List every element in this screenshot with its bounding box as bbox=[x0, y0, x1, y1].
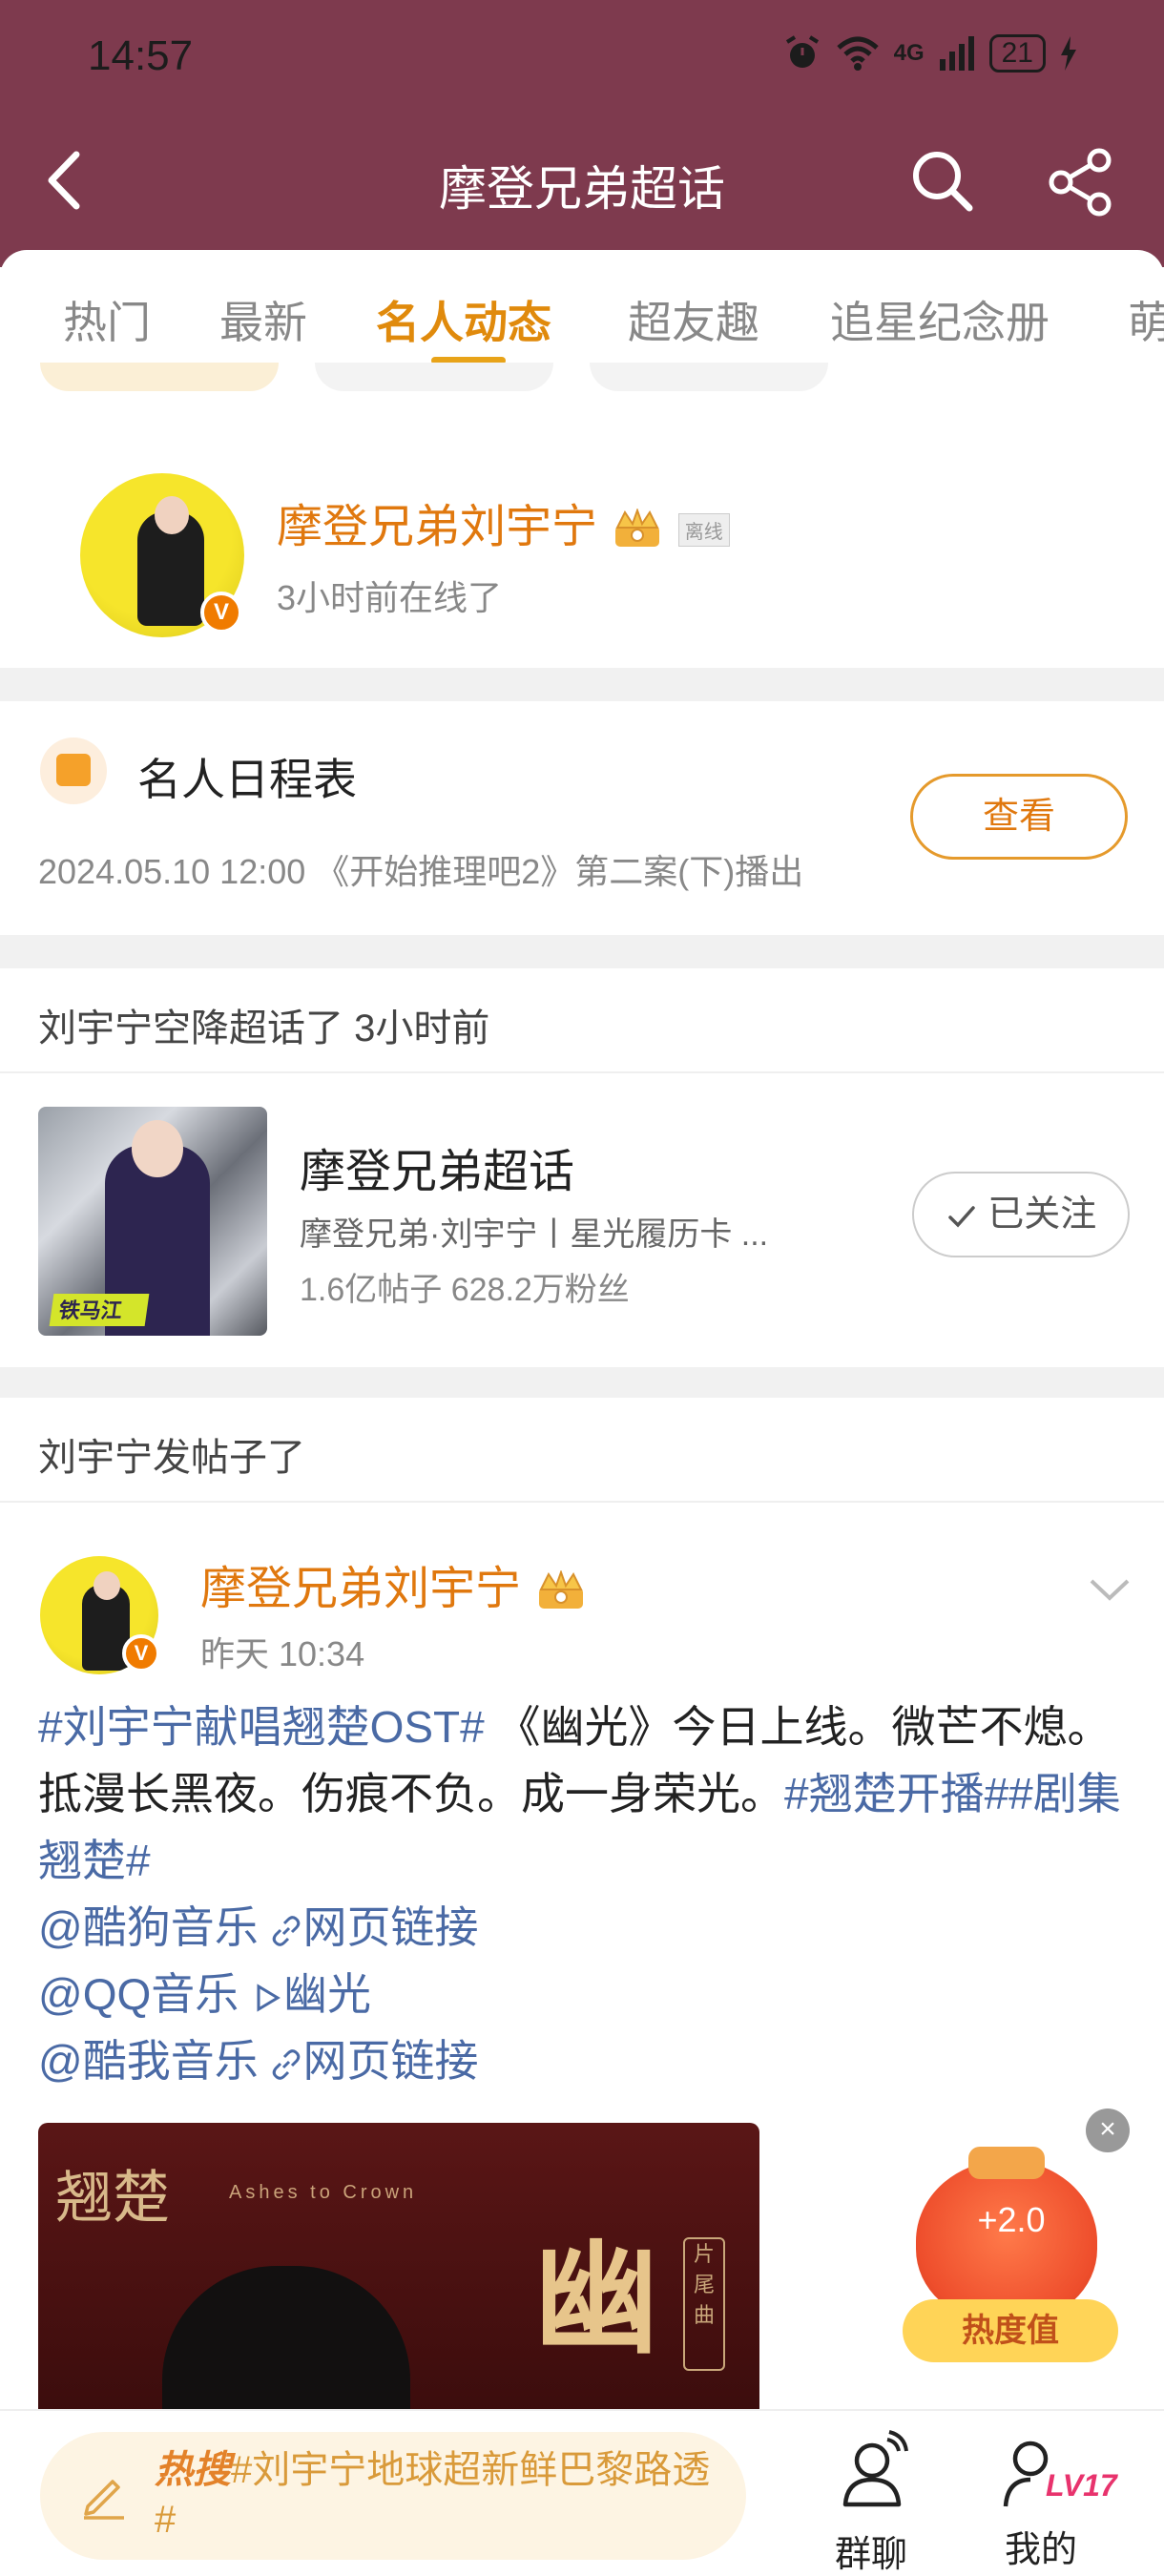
alarm-icon bbox=[785, 35, 819, 68]
music-link[interactable]: 幽光 bbox=[283, 1969, 371, 2019]
status-icons: 4G 21 bbox=[783, 34, 1078, 73]
poster-side-tag: 片尾曲 bbox=[683, 2237, 725, 2371]
network-label: 4G bbox=[893, 40, 925, 66]
crown-icon bbox=[615, 509, 660, 548]
poster-subtitle: Ashes to Crown bbox=[229, 2182, 418, 2203]
topic-subtitle: 摩登兄弟·刘宇宁丨星光履历卡 ... bbox=[300, 1216, 769, 1253]
page-title: 摩登兄弟超话 bbox=[439, 162, 725, 216]
mention-link[interactable]: @酷我音乐 bbox=[38, 2036, 259, 2086]
post-time: 昨天 10:34 bbox=[200, 1634, 365, 1673]
heat-value-badge[interactable]: × +2.0 热度值 bbox=[887, 2109, 1135, 2376]
verified-badge-icon: V bbox=[200, 592, 242, 634]
pen-icon bbox=[84, 2480, 124, 2520]
filter-pill[interactable] bbox=[590, 363, 828, 391]
app-header: 14:57 4G 21 摩登兄弟超话 bbox=[0, 0, 1164, 267]
topic-stats: 1.6亿帖子 628.2万粉丝 bbox=[300, 1272, 630, 1308]
play-icon bbox=[257, 1984, 281, 2012]
schedule-title: 名人日程表 bbox=[137, 755, 357, 804]
filter-pill[interactable] bbox=[315, 363, 553, 391]
status-bar: 14:57 4G 21 bbox=[0, 29, 1164, 86]
group-chat-label: 群聊 bbox=[834, 2535, 907, 2575]
topic-card[interactable]: 铁马江 摩登兄弟超话 摩登兄弟·刘宇宁丨星光履历卡 ... 1.6亿帖子 628… bbox=[0, 1076, 1164, 1367]
post-author[interactable]: 摩登兄弟刘宇宁 bbox=[200, 1550, 589, 1617]
battery-level: 21 bbox=[988, 34, 1046, 73]
signal-icon bbox=[939, 36, 974, 71]
offline-tag: 离线 bbox=[677, 512, 730, 547]
airdrop-heading: 刘宇宁空降超话了 3小时前 bbox=[0, 968, 1164, 1073]
filter-pills bbox=[0, 363, 1164, 401]
hot-search-label: 热搜 bbox=[155, 2449, 231, 2491]
wifi-icon bbox=[836, 36, 879, 71]
divider bbox=[0, 935, 1164, 968]
verified-badge-icon: V bbox=[122, 1634, 160, 1672]
lucky-bag-icon bbox=[916, 2147, 1097, 2322]
heat-label: 热度值 bbox=[903, 2299, 1118, 2362]
divider bbox=[0, 668, 1164, 701]
group-chat-button[interactable]: 群聊 bbox=[809, 2430, 933, 2576]
heat-increment: +2.0 bbox=[977, 2200, 1046, 2239]
level-badge: LV17 bbox=[1046, 2468, 1117, 2503]
status-time: 14:57 bbox=[88, 32, 194, 79]
celebrity-profile[interactable]: V 摩登兄弟刘宇宁 离线 3小时前在线了 bbox=[0, 401, 1164, 668]
view-schedule-button[interactable]: 查看 bbox=[910, 774, 1128, 860]
profile-name-text: 摩登兄弟刘宇宁 bbox=[277, 502, 598, 552]
bottom-bar: 热搜#刘宇宁地球超新鲜巴黎路透# 群聊 LV17 我的 bbox=[0, 2409, 1164, 2576]
poster-song-title: 幽光 bbox=[534, 2226, 659, 2409]
crown-icon bbox=[539, 1570, 584, 1610]
hot-search-input[interactable]: 热搜#刘宇宁地球超新鲜巴黎路透# bbox=[40, 2432, 746, 2560]
close-icon[interactable]: × bbox=[1086, 2109, 1130, 2152]
followed-button[interactable]: 已关注 bbox=[912, 1172, 1130, 1257]
mine-label: 我的 bbox=[1004, 2530, 1077, 2570]
airdrop-heading-text: 刘宇宁空降超话了 3小时前 bbox=[38, 1008, 490, 1049]
tab-hot[interactable]: 热门 bbox=[63, 288, 151, 351]
check-icon bbox=[947, 1206, 975, 1228]
nav-bar: 摩登兄弟超话 bbox=[0, 134, 1164, 229]
web-link[interactable]: 网页链接 bbox=[302, 1902, 478, 1952]
hashtag-link[interactable]: #刘宇宁献唱翘楚OST# bbox=[38, 1702, 485, 1752]
tab-bar: 热门 最新 名人动态 超友趣 追星纪念册 萌 bbox=[0, 250, 1164, 374]
tab-celebrity-updates[interactable]: 名人动态 bbox=[376, 288, 551, 351]
post-heading: 刘宇宁发帖子了 bbox=[0, 1398, 1164, 1503]
mine-button[interactable]: LV17 我的 bbox=[979, 2430, 1117, 2572]
schedule-item: 2024.05.10 12:00 《开始推理吧2》第二案(下)播出 bbox=[38, 852, 804, 891]
post-image[interactable]: 翘楚 Ashes to Crown 幽光 片尾曲 bbox=[38, 2123, 759, 2409]
online-status: 3小时前在线了 bbox=[277, 578, 503, 617]
post-body: #刘宇宁献唱翘楚OST# 《幽光》今日上线。微芒不熄。抵漫长黑夜。伤痕不负。成一… bbox=[38, 1693, 1135, 2094]
chevron-down-icon[interactable] bbox=[1086, 1566, 1133, 1613]
mention-link[interactable]: @酷狗音乐 bbox=[38, 1902, 259, 1952]
topic-cover-caption: 铁马江 bbox=[49, 1294, 150, 1326]
group-chat-icon bbox=[842, 2430, 908, 2507]
tab-cute[interactable]: 萌 bbox=[1128, 288, 1164, 351]
mention-link[interactable]: @QQ音乐 bbox=[38, 1969, 239, 2019]
poster-title: 翘楚 bbox=[55, 2165, 170, 2232]
topic-title: 摩登兄弟超话 bbox=[300, 1147, 575, 1197]
tab-latest[interactable]: 最新 bbox=[219, 288, 307, 351]
filter-pill[interactable] bbox=[40, 363, 279, 391]
search-icon[interactable] bbox=[908, 147, 975, 214]
web-link[interactable]: 网页链接 bbox=[302, 2036, 478, 2086]
link-icon bbox=[273, 1916, 301, 1946]
hot-search-text: 热搜#刘宇宁地球超新鲜巴黎路透# bbox=[155, 2449, 711, 2541]
link-icon bbox=[273, 2049, 301, 2080]
schedule-card: 名人日程表 2024.05.10 12:00 《开始推理吧2》第二案(下)播出 … bbox=[0, 701, 1164, 935]
post-heading-text: 刘宇宁发帖子了 bbox=[38, 1437, 305, 1479]
share-icon[interactable] bbox=[1046, 147, 1116, 218]
hashtag-link[interactable]: #翘楚开播# bbox=[784, 1769, 1008, 1818]
tab-fan-fun[interactable]: 超友趣 bbox=[628, 288, 759, 351]
charging-icon bbox=[1061, 36, 1076, 71]
profile-name[interactable]: 摩登兄弟刘宇宁 离线 bbox=[277, 488, 730, 555]
tab-memory-book[interactable]: 追星纪念册 bbox=[830, 288, 1050, 351]
calendar-icon bbox=[40, 737, 107, 804]
topic-cover-image: 铁马江 bbox=[38, 1107, 267, 1336]
divider bbox=[0, 1367, 1164, 1398]
